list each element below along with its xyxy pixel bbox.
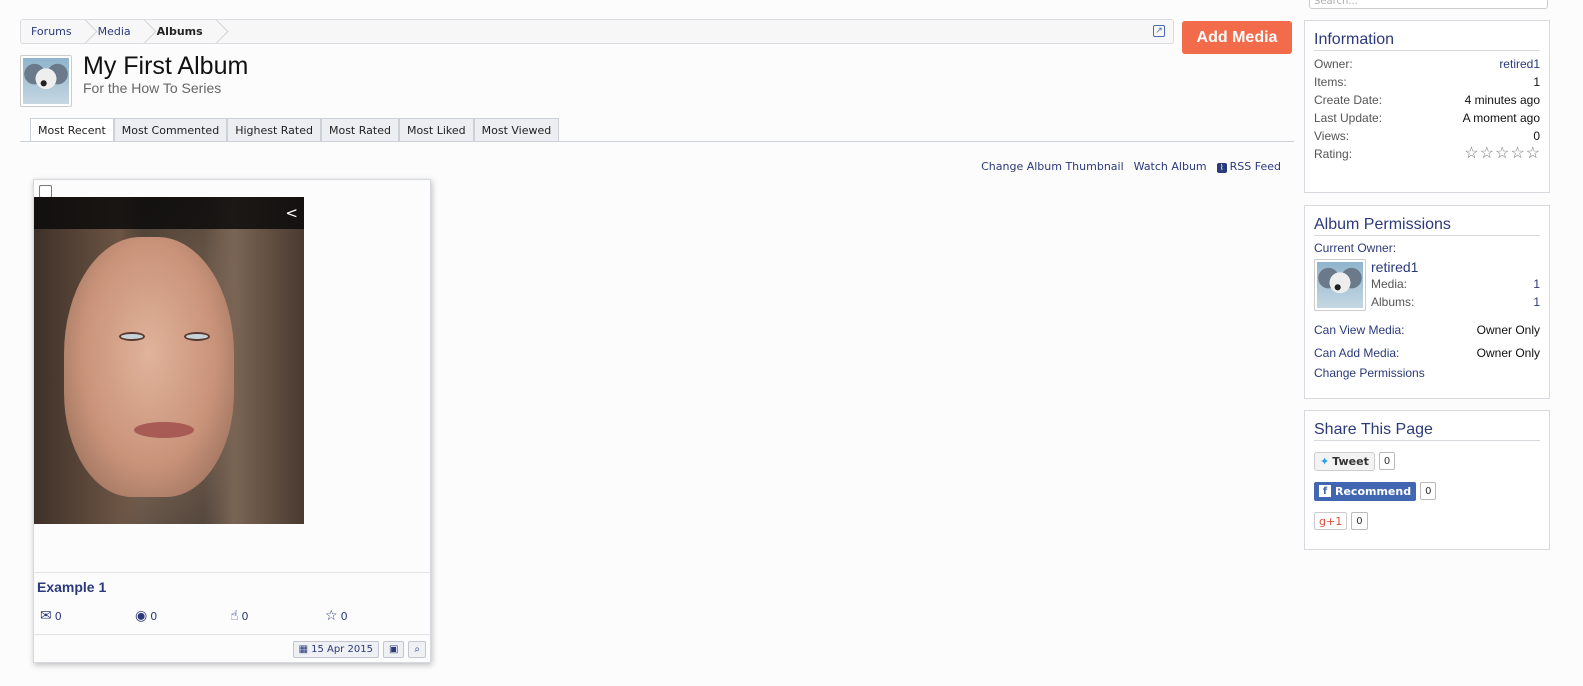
owner-avatar[interactable] [1314, 259, 1366, 311]
tab-most-liked[interactable]: Most Liked [398, 118, 474, 141]
sort-tabs: Most Recent Most Commented Highest Rated… [30, 118, 560, 142]
image-button[interactable]: ▣ [382, 641, 405, 658]
like-count: ☝ 0 [230, 608, 249, 624]
view-count: ◉ 0 [135, 608, 158, 624]
rss-icon: ⌇ [1216, 163, 1227, 173]
information-heading: Information [1314, 21, 1540, 51]
date-badge[interactable]: ▦ 15 Apr 2015 [292, 641, 379, 658]
tweet-button[interactable]: ✦ Tweet [1314, 451, 1375, 471]
tab-highest-rated[interactable]: Highest Rated [227, 118, 321, 141]
change-permissions-link[interactable]: Change Permissions [1314, 366, 1540, 380]
zoom-icon: ⌕ [414, 644, 420, 655]
view-permission-value: Owner Only [1476, 323, 1540, 337]
last-update-value: A moment ago [1462, 111, 1540, 125]
comment-count: ✉ 0 [40, 608, 62, 624]
star-icon[interactable]: ☆ [1526, 146, 1540, 162]
media-footer: ▦ 15 Apr 2015 ▣ ⌕ [292, 641, 426, 658]
items-value: 1 [1533, 75, 1540, 89]
permissions-panel: Album Permissions Current Owner: retired… [1304, 205, 1550, 399]
breadcrumb-forums[interactable]: Forums [21, 20, 88, 43]
dog-avatar-image [23, 58, 69, 104]
tab-most-recent[interactable]: Most Recent [30, 118, 114, 142]
jump-to-icon[interactable]: ↗ [1153, 25, 1165, 37]
thumbs-up-icon: ☝ [230, 608, 239, 624]
image-icon: ▣ [388, 644, 399, 655]
information-panel: Information Owner: retired1 Items: 1 Creat… [1304, 20, 1550, 193]
permissions-heading: Album Permissions [1314, 206, 1540, 236]
twitter-icon: ✦ [1320, 454, 1330, 468]
media-caption[interactable]: Example 1 [37, 579, 106, 595]
views-value: 0 [1533, 129, 1540, 143]
page-subtitle: For the How To Series [83, 80, 222, 96]
media-stats: ✉ 0 ◉ 0 ☝ 0 ☆ 0 [40, 608, 420, 624]
page-title: My First Album [83, 52, 249, 80]
change-thumbnail-link[interactable]: Change Album Thumbnail [981, 160, 1124, 173]
eye-icon: ◉ [135, 608, 148, 624]
star-icon[interactable]: ☆ [1480, 146, 1494, 162]
owner-media-count[interactable]: 1 [1533, 277, 1540, 291]
avatar[interactable] [20, 55, 72, 107]
media-thumbnail[interactable]: < [34, 197, 304, 524]
google-plus-icon: g [1319, 514, 1326, 528]
tab-divider [20, 141, 1294, 142]
rss-feed-link[interactable]: ⌇ RSS Feed [1216, 160, 1281, 173]
star-icon[interactable]: ☆ [1510, 146, 1524, 162]
star-icon[interactable]: ☆ [1495, 146, 1509, 162]
search-input[interactable]: Search... [1309, 0, 1548, 9]
comments-icon: ✉ [40, 608, 52, 624]
rating-count: ☆ 0 [325, 608, 348, 624]
tweet-count: 0 [1378, 452, 1396, 470]
breadcrumb: Forums Media Albums ↗ [20, 19, 1174, 44]
star-icon[interactable]: ☆ [1464, 146, 1478, 162]
owner-name-link[interactable]: retired1 [1371, 259, 1418, 275]
breadcrumb-albums[interactable]: Albums [147, 20, 219, 43]
album-actions: Change Album Thumbnail Watch Album ⌇ RSS … [981, 160, 1281, 173]
recommend-count: 0 [1420, 482, 1437, 500]
tab-most-commented[interactable]: Most Commented [113, 118, 228, 141]
share-heading: Share This Page [1314, 411, 1540, 441]
owner-albums-count[interactable]: 1 [1533, 295, 1540, 309]
calendar-icon: ▦ [298, 644, 309, 655]
tab-most-rated[interactable]: Most Rated [320, 118, 399, 141]
rating-stars[interactable]: ☆ ☆ ☆ ☆ ☆ [1464, 146, 1540, 162]
add-media-button[interactable]: Add Media [1182, 21, 1292, 54]
watch-album-link[interactable]: Watch Album [1134, 160, 1207, 173]
owner-link[interactable]: retired1 [1499, 57, 1540, 71]
facebook-recommend-button[interactable]: f Recommend [1314, 481, 1417, 501]
media-card: < Example 1 ✉ 0 ◉ 0 ☝ 0 ☆ 0 ▦ 15 Apr 2015 ▣ ⌕ [33, 179, 431, 663]
tab-most-viewed[interactable]: Most Viewed [473, 118, 560, 141]
share-icon[interactable]: < [285, 204, 298, 222]
google-plus-button[interactable]: g +1 [1314, 512, 1348, 530]
current-owner-label: Current Owner: [1314, 241, 1397, 255]
zoom-button[interactable]: ⌕ [408, 641, 426, 658]
share-panel: Share This Page ✦ Tweet 0 f Recommend 0 g +… [1304, 410, 1550, 550]
gplus-count: 0 [1351, 512, 1368, 530]
add-permission-value: Owner Only [1476, 346, 1540, 360]
star-icon: ☆ [325, 608, 338, 624]
facebook-icon: f [1319, 485, 1331, 497]
create-date-value: 4 minutes ago [1464, 93, 1540, 107]
